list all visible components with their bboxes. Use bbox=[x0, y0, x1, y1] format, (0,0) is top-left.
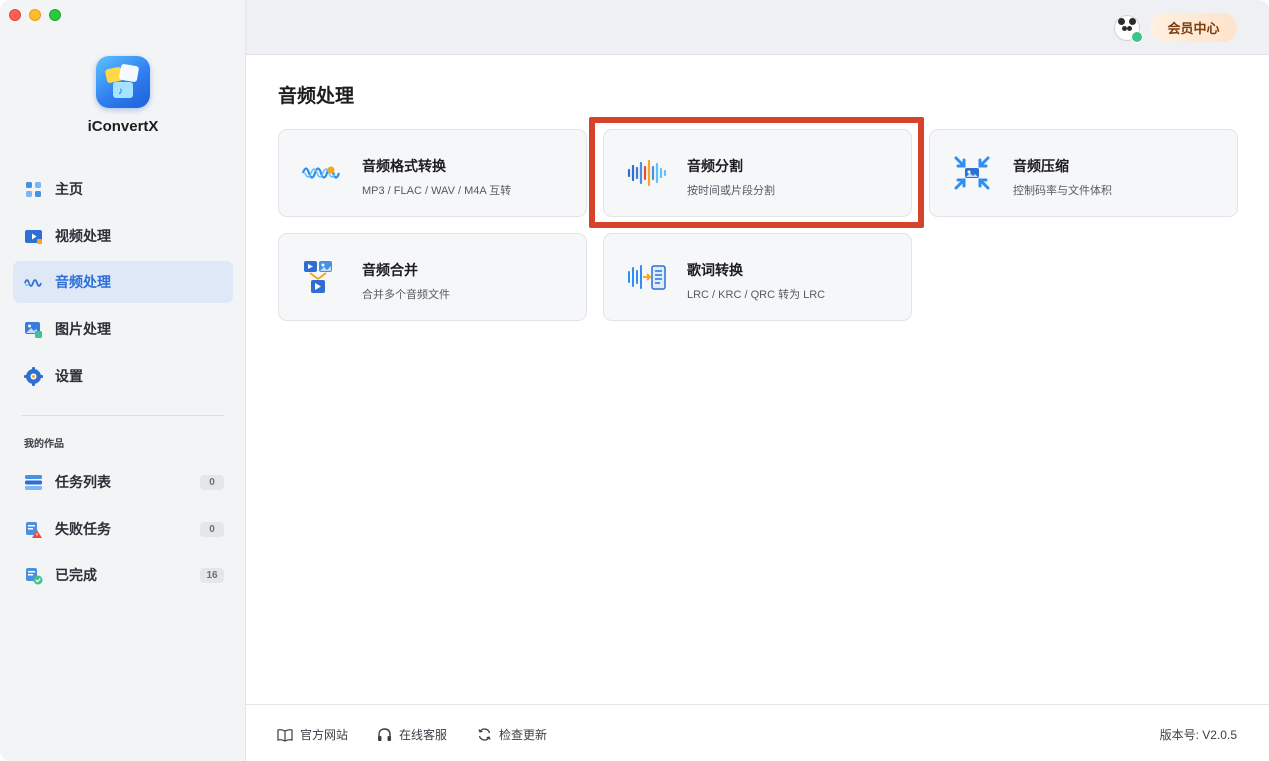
card-title: 音频分割 bbox=[687, 158, 743, 174]
sidebar: ♪ iConvertX 主页 视频处理 音频处理 图片处理 设置 我的作品 任务… bbox=[0, 0, 246, 761]
refresh-icon bbox=[478, 728, 491, 741]
card-subtitle: 合并多个音频文件 bbox=[362, 289, 450, 301]
card-audio-compress[interactable]: 音频压缩 控制码率与文件体积 bbox=[929, 129, 1238, 217]
sidebar-item-label: 失败任务 bbox=[55, 521, 111, 537]
sidebar-item-label: 主页 bbox=[55, 181, 83, 197]
sidebar-item-label: 音频处理 bbox=[55, 274, 111, 290]
card-subtitle: LRC / KRC / QRC 转为 LRC bbox=[687, 289, 826, 301]
video-icon bbox=[24, 227, 43, 246]
official-website-link[interactable]: 官方网站 bbox=[277, 726, 348, 743]
card-subtitle: 按时间或片段分割 bbox=[687, 185, 775, 197]
sidebar-item-completed[interactable]: 已完成 16 bbox=[13, 554, 233, 596]
member-center-button[interactable]: 会员中心 bbox=[1150, 13, 1237, 42]
page-title: 音频处理 bbox=[278, 86, 355, 107]
online-support-link[interactable]: 在线客服 bbox=[377, 726, 447, 743]
audio-format-convert-icon bbox=[301, 156, 343, 190]
app-name: iConvertX bbox=[87, 118, 159, 135]
sidebar-item-label: 视频处理 bbox=[55, 228, 111, 244]
user-avatar[interactable] bbox=[1114, 15, 1143, 43]
book-icon bbox=[277, 728, 293, 742]
footer-bar: 官方网站 在线客服 检查更新 版本号: V2.0.5 bbox=[246, 704, 1269, 761]
task-list-icon bbox=[24, 473, 43, 492]
sidebar-item-tasks[interactable]: 任务列表 0 bbox=[13, 461, 233, 503]
sidebar-item-failed[interactable]: 失败任务 0 bbox=[13, 508, 233, 550]
close-window-button[interactable] bbox=[9, 9, 21, 21]
sidebar-item-audio[interactable]: 音频处理 bbox=[13, 261, 233, 303]
sidebar-item-label: 图片处理 bbox=[55, 321, 111, 337]
card-lyrics-convert[interactable]: 歌词转换 LRC / KRC / QRC 转为 LRC bbox=[603, 233, 912, 321]
failed-count-badge: 0 bbox=[200, 521, 224, 537]
online-support-label: 在线客服 bbox=[399, 728, 448, 742]
sidebar-divider bbox=[21, 415, 224, 416]
image-icon bbox=[24, 320, 43, 339]
top-bar: 会员中心 bbox=[246, 0, 1269, 55]
check-update-label: 检查更新 bbox=[499, 728, 548, 742]
card-title: 音频合并 bbox=[362, 262, 418, 278]
completed-task-icon bbox=[24, 566, 43, 585]
headphones-icon bbox=[378, 728, 391, 741]
card-subtitle: MP3 / FLAC / WAV / M4A 互转 bbox=[362, 185, 512, 197]
app-window: ♪ iConvertX 主页 视频处理 音频处理 图片处理 设置 我的作品 任务… bbox=[0, 0, 1269, 761]
sidebar-item-label: 任务列表 bbox=[55, 474, 111, 490]
gear-icon bbox=[24, 366, 43, 386]
completed-count-badge: 16 bbox=[200, 567, 224, 583]
task-count-badge: 0 bbox=[200, 474, 224, 490]
lyrics-convert-icon bbox=[626, 260, 668, 294]
home-grid-icon bbox=[24, 180, 43, 199]
audio-wave-icon bbox=[24, 273, 43, 292]
app-logo-icon: ♪ bbox=[96, 56, 150, 108]
check-update-link[interactable]: 检查更新 bbox=[477, 726, 547, 743]
official-website-label: 官方网站 bbox=[300, 728, 349, 742]
vip-badge-icon bbox=[1131, 31, 1143, 43]
audio-compress-icon bbox=[952, 156, 994, 190]
zoom-window-button[interactable] bbox=[49, 9, 61, 21]
failed-task-icon bbox=[24, 520, 43, 539]
works-section-title: 我的作品 bbox=[24, 439, 64, 450]
card-title: 音频压缩 bbox=[1013, 158, 1069, 174]
version-label: 版本号: V2.0.5 bbox=[1159, 728, 1237, 742]
card-audio-merge[interactable]: 音频合并 合并多个音频文件 bbox=[278, 233, 587, 321]
window-controls bbox=[9, 9, 61, 21]
sidebar-item-image[interactable]: 图片处理 bbox=[13, 308, 233, 350]
sidebar-item-settings[interactable]: 设置 bbox=[13, 355, 233, 397]
card-audio-format-convert[interactable]: 音频格式转换 MP3 / FLAC / WAV / M4A 互转 bbox=[278, 129, 587, 217]
sidebar-item-label: 设置 bbox=[55, 368, 83, 384]
card-subtitle: 控制码率与文件体积 bbox=[1013, 185, 1112, 197]
card-audio-split[interactable]: 音频分割 按时间或片段分割 bbox=[603, 129, 912, 217]
sidebar-item-video[interactable]: 视频处理 bbox=[13, 215, 233, 257]
audio-merge-icon bbox=[301, 260, 343, 294]
minimize-window-button[interactable] bbox=[29, 9, 41, 21]
sidebar-item-home[interactable]: 主页 bbox=[13, 168, 233, 210]
card-title: 音频格式转换 bbox=[362, 158, 446, 174]
sidebar-item-label: 已完成 bbox=[55, 567, 97, 583]
card-title: 歌词转换 bbox=[687, 262, 743, 278]
audio-split-icon bbox=[626, 156, 668, 190]
